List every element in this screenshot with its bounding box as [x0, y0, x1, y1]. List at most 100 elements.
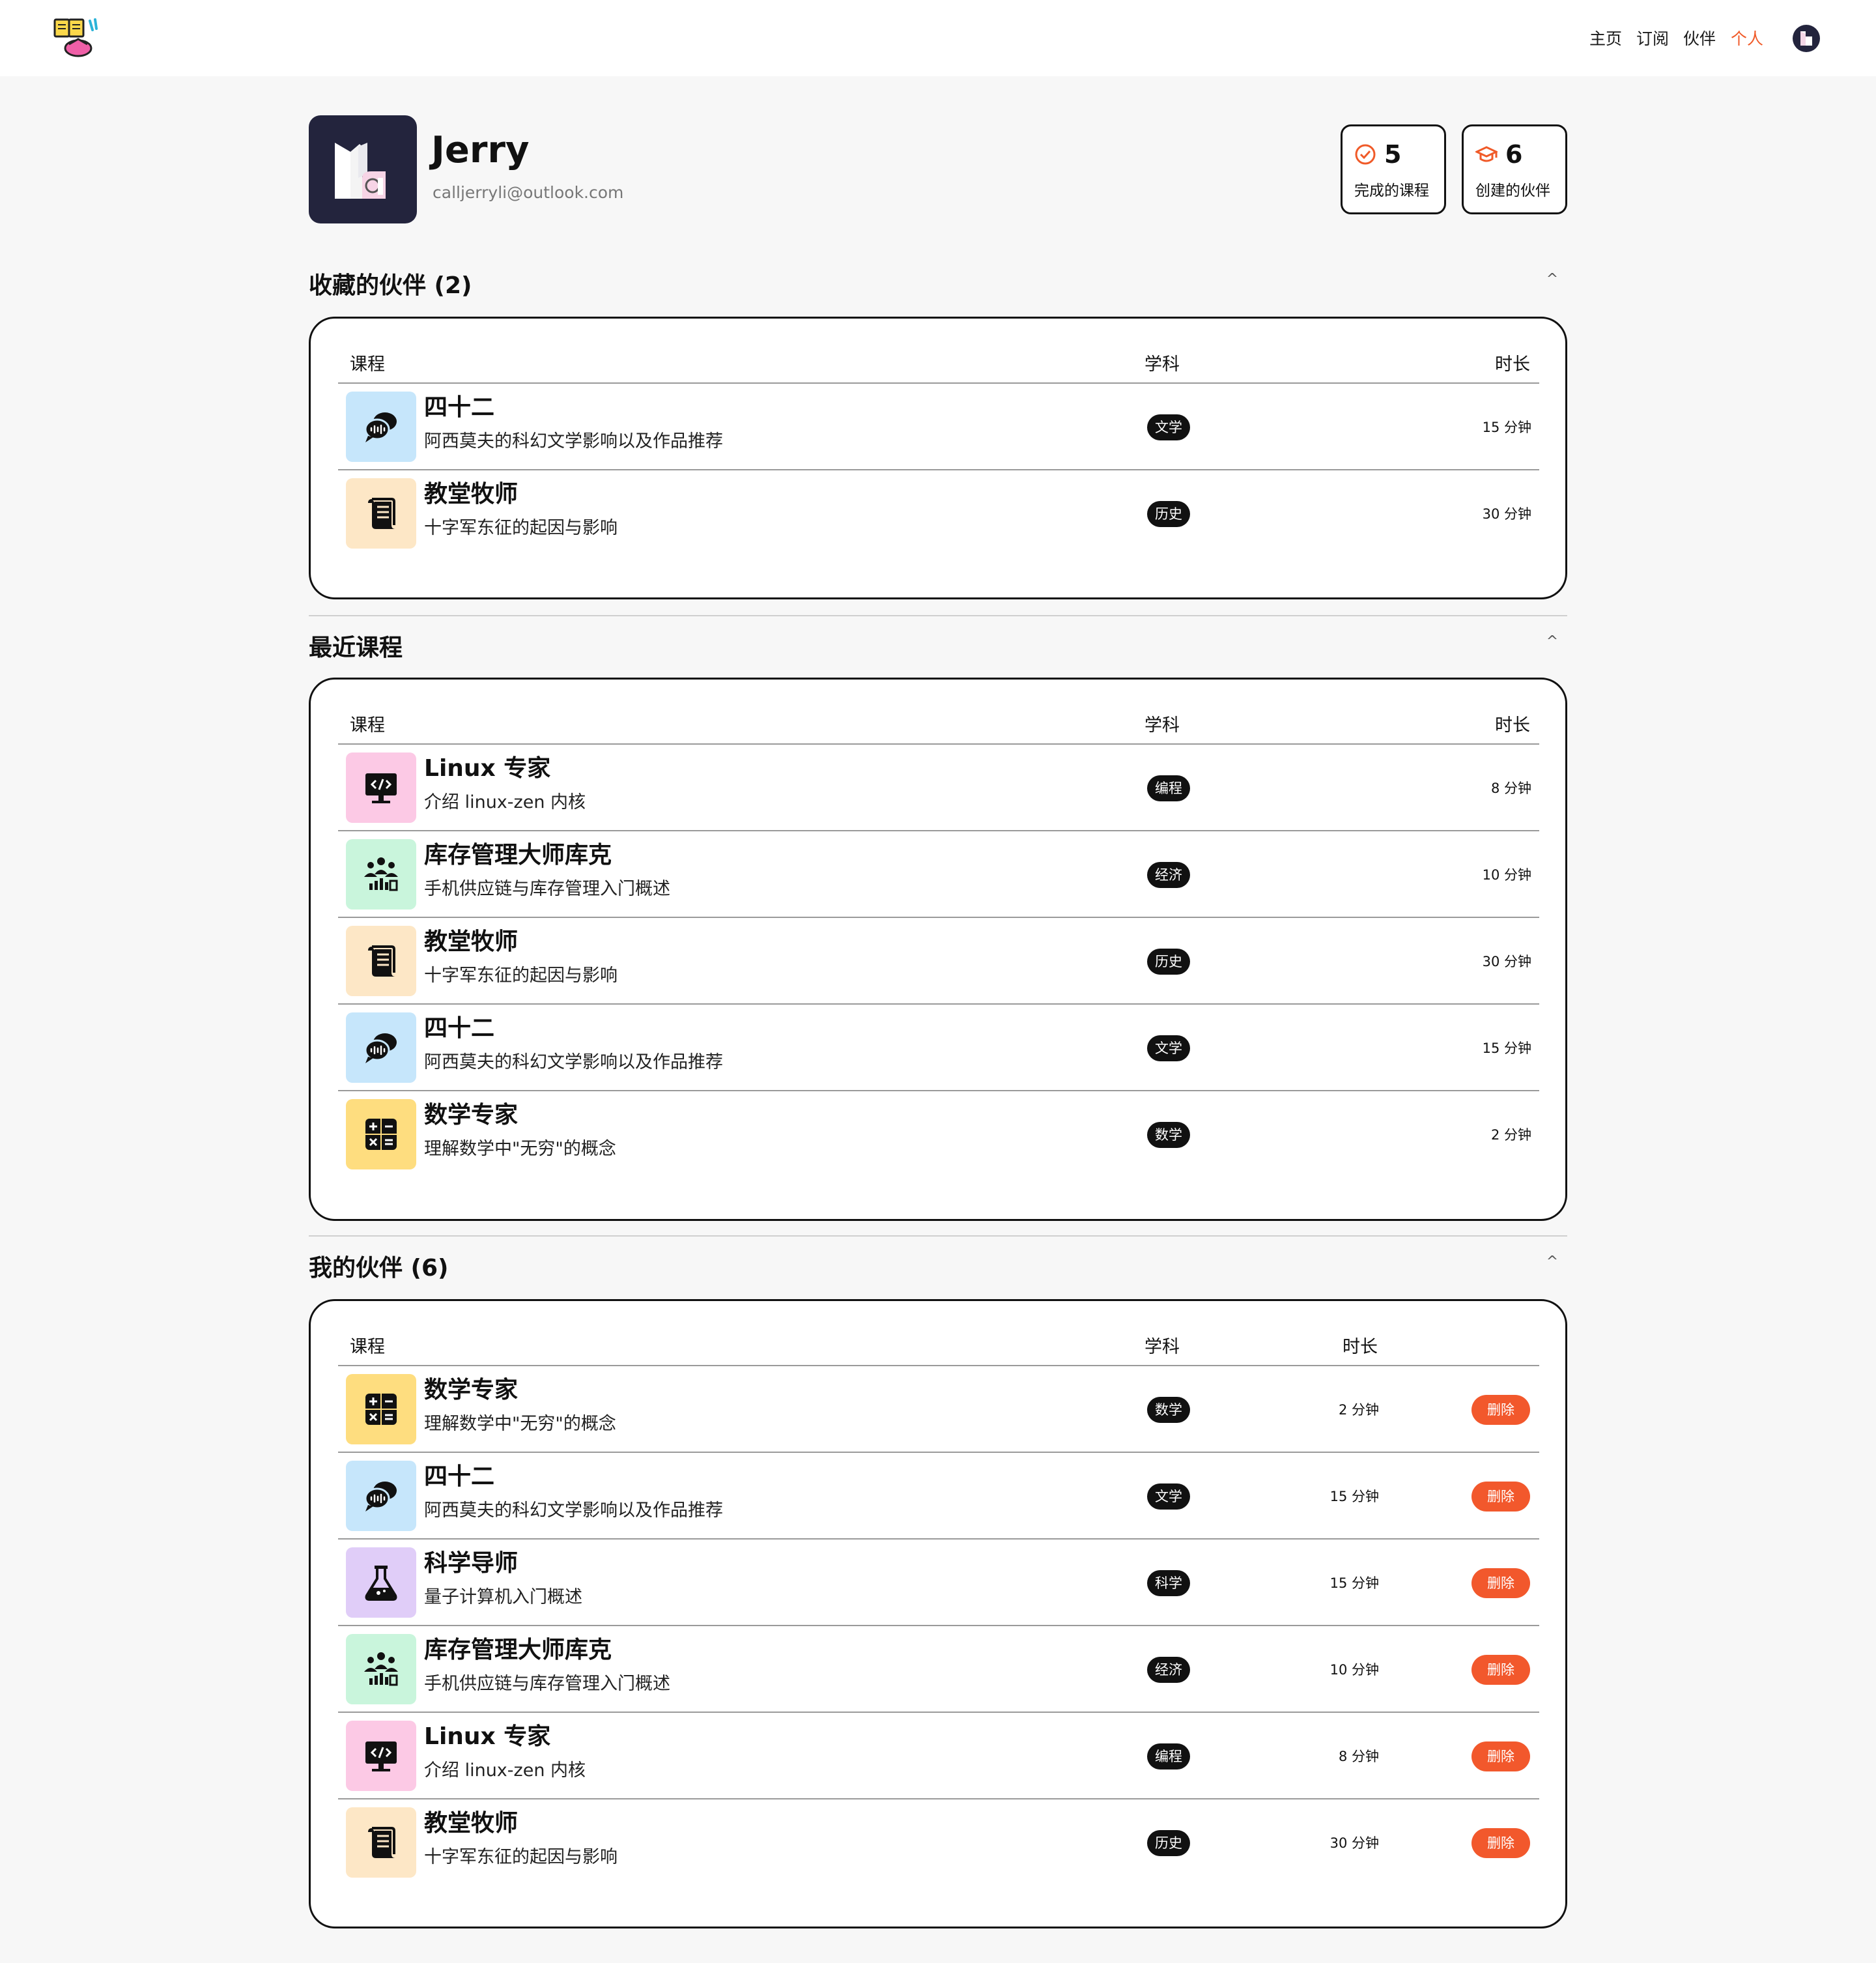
table-row[interactable]: 数学专家 理解数学中"无穷"的概念 数学 2 分钟 删除: [338, 1366, 1539, 1453]
subject-badge: 历史: [1147, 501, 1190, 527]
app-logo-icon[interactable]: [52, 16, 102, 60]
stat-value: 6: [1505, 140, 1523, 169]
section-divider: [309, 615, 1567, 616]
scroll-icon: [346, 478, 416, 549]
graduation-cap-icon: [1474, 143, 1499, 165]
scroll-icon: [346, 926, 416, 996]
row-duration: 10 分钟: [1482, 867, 1531, 883]
chat-bubbles-icon: [346, 392, 416, 462]
chevron-up-icon[interactable]: ^: [1542, 632, 1562, 652]
table-row[interactable]: 科学导师 量子计算机入门概述 科学 15 分钟 删除: [338, 1540, 1539, 1626]
row-description: 手机供应链与库存管理入门概述: [424, 879, 670, 899]
row-title: 数学专家: [424, 1102, 519, 1128]
column-header-duration: 时长: [1495, 354, 1530, 375]
row-title: 四十二: [424, 394, 495, 421]
row-title: 四十二: [424, 1015, 495, 1042]
row-duration: 30 分钟: [1329, 1835, 1379, 1851]
row-description: 理解数学中"无穷"的概念: [424, 1414, 616, 1434]
row-title: 教堂牧师: [424, 481, 519, 508]
subject-badge: 数学: [1147, 1397, 1190, 1423]
table-header: 课程 学科 时长: [338, 1325, 1539, 1366]
calculator-icon: [346, 1099, 416, 1169]
row-title: 库存管理大师库克: [424, 842, 612, 868]
stat-label: 完成的课程: [1354, 182, 1429, 199]
row-title: 教堂牧师: [424, 928, 519, 955]
check-circle-icon: [1354, 143, 1376, 165]
row-description: 阿西莫夫的科幻文学影响以及作品推荐: [424, 1500, 723, 1521]
table-row[interactable]: 四十二阿西莫夫的科幻文学影响以及作品推荐 文学 15 分钟: [338, 1005, 1539, 1091]
section-divider: [309, 1235, 1567, 1237]
my-partners-card: 课程 学科 时长 数学专家 理解数学中"无穷"的概念 数学 2 分钟 删除 四十二 阿西莫夫的科幻…: [309, 1299, 1567, 1928]
nav-personal-link[interactable]: 个人: [1731, 26, 1763, 52]
row-description: 介绍 linux-zen 内核: [424, 1760, 586, 1781]
nav-home-link[interactable]: 主页: [1589, 26, 1622, 52]
favorites-section-title: 收藏的伙伴 (2): [309, 272, 472, 299]
subject-badge: 编程: [1147, 1743, 1190, 1770]
nav-subscribe-link[interactable]: 订阅: [1636, 26, 1669, 52]
team-chart-icon: [346, 1634, 416, 1704]
delete-button[interactable]: 删除: [1471, 1655, 1530, 1685]
row-duration: 15 分钟: [1482, 1040, 1531, 1056]
profile-name: Jerry: [431, 129, 530, 171]
row-duration: 30 分钟: [1482, 506, 1531, 522]
delete-button[interactable]: 删除: [1471, 1482, 1530, 1512]
column-header-course: 课程: [350, 354, 385, 375]
table-row[interactable]: 数学专家理解数学中"无穷"的概念 数学 2 分钟: [338, 1091, 1539, 1178]
favorites-card: 课程 学科 时长 四十二 阿西莫夫的科幻文学影响以及作品推荐 文学 15 分钟 教堂牧师 十字军…: [309, 317, 1567, 599]
delete-button[interactable]: 删除: [1471, 1828, 1530, 1858]
scroll-icon: [346, 1807, 416, 1878]
table-row[interactable]: 库存管理大师库克手机供应链与库存管理入门概述 经济 10 分钟: [338, 831, 1539, 918]
column-header-duration: 时长: [1343, 1337, 1378, 1357]
table-row[interactable]: Linux 专家 介绍 linux-zen 内核 编程 8 分钟 删除: [338, 1713, 1539, 1799]
row-duration: 10 分钟: [1329, 1662, 1379, 1678]
chevron-up-icon[interactable]: ^: [1542, 1252, 1562, 1272]
nav-partners-link[interactable]: 伙伴: [1683, 26, 1716, 52]
row-description: 十字军东征的起因与影响: [424, 966, 618, 986]
chevron-up-icon[interactable]: ^: [1542, 270, 1562, 289]
row-duration: 30 分钟: [1482, 954, 1531, 969]
column-header-subject: 学科: [1144, 715, 1180, 736]
row-description: 阿西莫夫的科幻文学影响以及作品推荐: [424, 431, 723, 451]
row-description: 量子计算机入门概述: [424, 1587, 582, 1607]
chat-bubbles-icon: [346, 1461, 416, 1531]
subject-badge: 历史: [1147, 949, 1190, 975]
table-row[interactable]: 教堂牧师 十字军东征的起因与影响 历史 30 分钟 删除: [338, 1799, 1539, 1886]
table-row[interactable]: 教堂牧师十字军东征的起因与影响 历史 30 分钟: [338, 918, 1539, 1005]
row-title: Linux 专家: [424, 1723, 551, 1750]
row-description: 十字军东征的起因与影响: [424, 518, 618, 538]
row-description: 十字军东征的起因与影响: [424, 1847, 618, 1867]
stat-completed-courses: 5 完成的课程: [1341, 124, 1446, 214]
column-header-duration: 时长: [1495, 715, 1530, 736]
table-row[interactable]: 库存管理大师库克 手机供应链与库存管理入门概述 经济 10 分钟 删除: [338, 1626, 1539, 1713]
table-row[interactable]: Linux 专家 介绍 linux-zen 内核 编程 8 分钟: [338, 745, 1539, 831]
subject-badge: 经济: [1147, 1657, 1190, 1683]
row-title: 四十二: [424, 1463, 495, 1490]
column-header-course: 课程: [350, 1337, 385, 1357]
my-partners-section-title: 我的伙伴 (6): [309, 1255, 449, 1282]
subject-badge: 经济: [1147, 862, 1190, 888]
profile-avatar: [309, 115, 417, 223]
row-duration: 2 分钟: [1490, 1127, 1531, 1143]
stat-value: 5: [1384, 140, 1402, 169]
row-title: 科学导师: [424, 1550, 519, 1577]
row-duration: 2 分钟: [1338, 1402, 1379, 1418]
user-avatar[interactable]: [1793, 25, 1820, 52]
row-description: 理解数学中"无穷"的概念: [424, 1139, 616, 1159]
delete-button[interactable]: 删除: [1471, 1568, 1530, 1598]
row-duration: 15 分钟: [1329, 1575, 1379, 1591]
table-row[interactable]: 四十二阿西莫夫的科幻文学影响以及作品推荐 文学 15 分钟 删除: [338, 1453, 1539, 1540]
subject-badge: 文学: [1147, 1483, 1190, 1510]
table-row[interactable]: 四十二 阿西莫夫的科幻文学影响以及作品推荐 文学 15 分钟: [338, 384, 1539, 470]
stat-created-partners: 6 创建的伙伴: [1462, 124, 1567, 214]
code-monitor-icon: [346, 752, 416, 823]
table-row[interactable]: 教堂牧师十字军东征的起因与影响 历史 30 分钟: [338, 470, 1539, 557]
stat-label: 创建的伙伴: [1475, 182, 1550, 199]
subject-badge: 文学: [1147, 1035, 1190, 1061]
row-duration: 15 分钟: [1329, 1489, 1379, 1504]
team-chart-icon: [346, 839, 416, 910]
delete-button[interactable]: 删除: [1471, 1741, 1530, 1771]
subject-badge: 数学: [1147, 1122, 1190, 1148]
delete-button[interactable]: 删除: [1471, 1395, 1530, 1425]
flask-icon: [346, 1547, 416, 1618]
row-description: 阿西莫夫的科幻文学影响以及作品推荐: [424, 1052, 723, 1072]
